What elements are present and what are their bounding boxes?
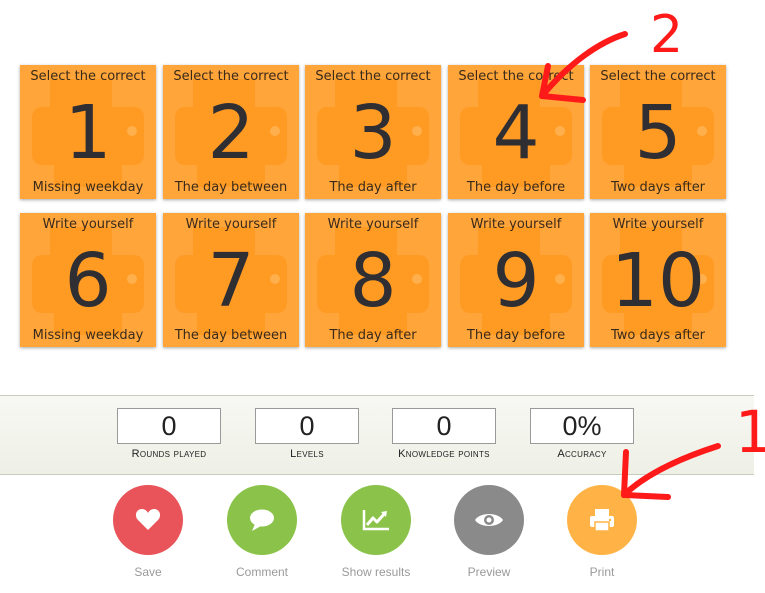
tile-instruction: Select the correct <box>173 69 289 84</box>
exercise-tile[interactable]: Write yourself 10 Two days after <box>590 213 726 347</box>
tile-subtitle: The day before <box>466 180 566 195</box>
tile-instruction: Write yourself <box>42 217 134 232</box>
tile-instruction: Write yourself <box>185 217 277 232</box>
tile-subtitle: The day after <box>329 180 417 195</box>
exercise-tile[interactable]: Select the correct 1 Missing weekday <box>20 65 156 199</box>
tile-number: 6 <box>64 238 112 324</box>
stat-value: 0 <box>255 408 359 444</box>
exercise-tile[interactable]: Select the correct 2 The day between <box>163 65 299 199</box>
exercise-tile[interactable]: Write yourself 7 The day between <box>163 213 299 347</box>
tile-number: 5 <box>634 90 682 176</box>
tile-number: 7 <box>207 238 255 324</box>
exercise-tile[interactable]: Select the correct 3 The day after <box>305 65 441 199</box>
tile-number: 1 <box>64 90 112 176</box>
stat-value: 0% <box>530 408 634 444</box>
tile-number: 8 <box>349 238 397 324</box>
show-results-circle[interactable] <box>341 485 411 555</box>
print-button[interactable]: Print <box>557 485 647 579</box>
save-button[interactable]: Save <box>103 485 193 579</box>
tile-instruction: Select the correct <box>600 69 716 84</box>
tile-subtitle: The day before <box>466 328 566 343</box>
tile-instruction: Write yourself <box>470 217 562 232</box>
tile-subtitle: Two days after <box>610 180 706 195</box>
tile-instruction: Write yourself <box>327 217 419 232</box>
tile-number: 9 <box>492 238 540 324</box>
action-bar: Save Comment Show results Preview Print <box>0 485 765 585</box>
heart-icon <box>135 509 161 530</box>
tile-subtitle: The day after <box>329 328 417 343</box>
tile-subtitle: Missing weekday <box>32 328 144 343</box>
stat-value: 0 <box>117 408 221 444</box>
tile-subtitle: Two days after <box>610 328 706 343</box>
tile-instruction: Write yourself <box>612 217 704 232</box>
tile-instruction: Select the correct <box>458 69 574 84</box>
tile-instruction: Select the correct <box>30 69 146 84</box>
stats-bar: 0 Rounds played 0 Levels 0 Knowledge poi… <box>0 395 754 475</box>
exercise-tile[interactable]: Write yourself 9 The day before <box>448 213 584 347</box>
tile-subtitle: The day between <box>174 328 288 343</box>
preview-circle[interactable] <box>454 485 524 555</box>
action-label: Preview <box>467 565 511 579</box>
comment-circle[interactable] <box>227 485 297 555</box>
save-circle[interactable] <box>113 485 183 555</box>
stat-knowledge-points: 0 Knowledge points <box>392 408 496 460</box>
printer-icon <box>590 509 614 532</box>
print-circle[interactable] <box>567 485 637 555</box>
stat-label: Rounds played <box>131 448 207 460</box>
stat-label: Levels <box>290 448 324 460</box>
speech-bubble-icon <box>250 509 274 531</box>
show-results-button[interactable]: Show results <box>331 485 421 579</box>
eye-icon <box>475 514 503 526</box>
exercise-tile[interactable]: Write yourself 6 Missing weekday <box>20 213 156 347</box>
tile-number: 2 <box>207 90 255 176</box>
stat-accuracy: 0% Accuracy <box>530 408 634 460</box>
tile-number: 4 <box>492 90 540 176</box>
stat-levels: 0 Levels <box>255 408 359 460</box>
annotation-number-2: 2 <box>650 5 683 65</box>
exercise-tile[interactable]: Select the correct 5 Two days after <box>590 65 726 199</box>
stat-rounds-played: 0 Rounds played <box>117 408 221 460</box>
stat-label: Accuracy <box>557 448 607 460</box>
action-label: Print <box>589 565 615 579</box>
tile-number: 10 <box>610 238 706 324</box>
action-label: Comment <box>235 565 288 579</box>
exercise-tile[interactable]: Write yourself 8 The day after <box>305 213 441 347</box>
exercise-grid: Select the correct 1 Missing weekday Sel… <box>20 65 726 351</box>
tile-subtitle: The day between <box>174 180 288 195</box>
preview-button[interactable]: Preview <box>444 485 534 579</box>
action-label: Save <box>134 565 162 579</box>
tile-subtitle: Missing weekday <box>32 180 144 195</box>
comment-button[interactable]: Comment <box>217 485 307 579</box>
tile-number: 3 <box>349 90 397 176</box>
line-chart-icon <box>362 510 389 531</box>
stat-value: 0 <box>392 408 496 444</box>
action-label: Show results <box>341 565 411 579</box>
exercise-tile[interactable]: Select the correct 4 The day before <box>448 65 584 199</box>
stat-label: Knowledge points <box>398 448 490 460</box>
tile-instruction: Select the correct <box>315 69 431 84</box>
